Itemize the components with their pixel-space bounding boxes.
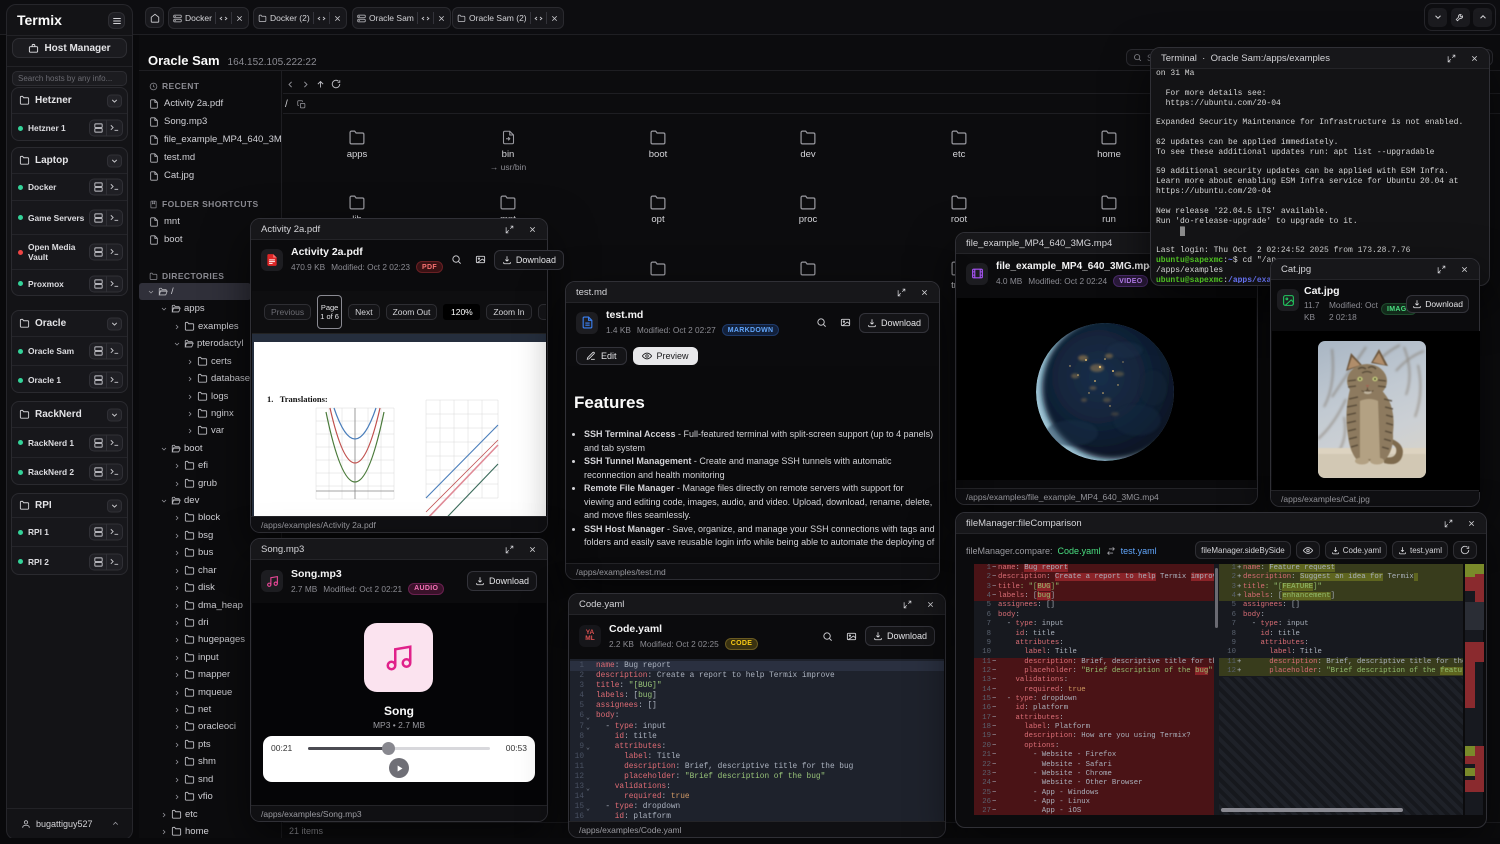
svg-text:1. Translations:: 1. Translations:	[267, 394, 328, 404]
